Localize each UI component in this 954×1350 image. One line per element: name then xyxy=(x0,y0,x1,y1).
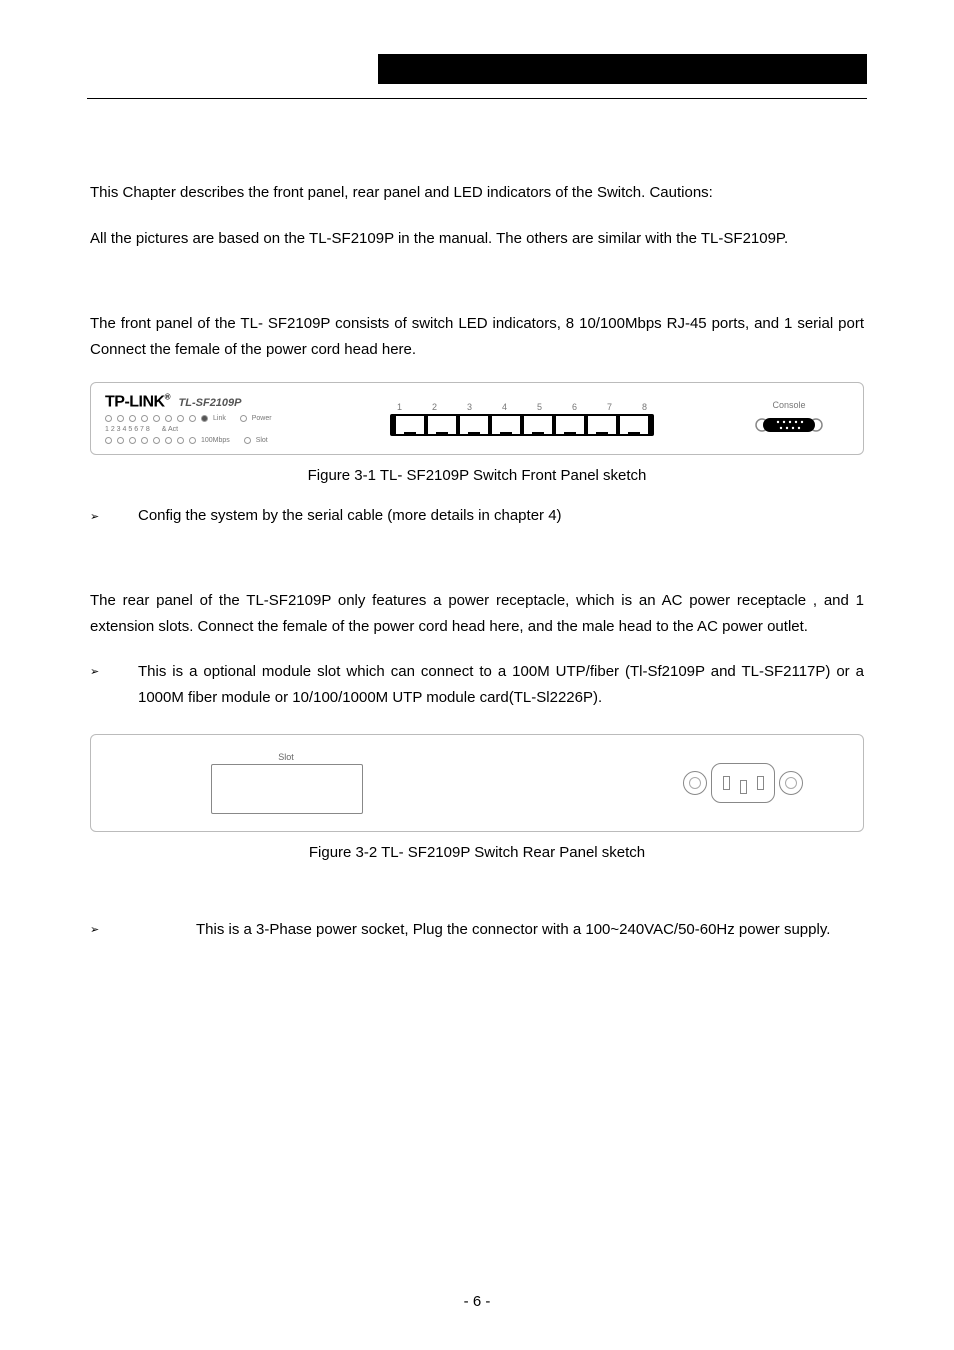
front-panel-left: TP-LINK® TL-SF2109P Link Power 1 2 3 4 5… xyxy=(105,393,315,444)
front-panel-figure: TP-LINK® TL-SF2109P Link Power 1 2 3 4 5… xyxy=(90,382,864,455)
console-area: Console xyxy=(729,400,849,438)
front-ports-area: 1 2 3 4 5 6 7 8 xyxy=(333,402,711,436)
page-number: - 6 - xyxy=(0,1293,954,1310)
rear-bullet-slot: This is a optional module slot which can… xyxy=(138,659,864,710)
port-num: 1 xyxy=(397,402,402,412)
led-nums: 1 2 3 4 5 6 7 8 xyxy=(105,426,150,433)
intro-p1: This Chapter describes the front panel, … xyxy=(90,180,864,206)
port-num: 8 xyxy=(642,402,647,412)
led-link-label: Link xyxy=(213,415,226,422)
rear-caption: Figure 3-2 TL- SF2109P Switch Rear Panel… xyxy=(90,844,864,861)
led-power-label: Power xyxy=(252,415,272,422)
intro-p2: All the pictures are based on the TL-SF2… xyxy=(90,226,864,252)
port-num: 4 xyxy=(502,402,507,412)
front-caption: Figure 3-1 TL- SF2109P Switch Front Pane… xyxy=(90,467,864,484)
rj45-ports xyxy=(390,414,654,436)
header-black-bar xyxy=(378,54,867,84)
ac-socket-icon xyxy=(711,763,775,803)
brand-logo: TP-LINK xyxy=(105,393,165,410)
led-100m-label: 100Mbps xyxy=(201,437,230,444)
rear-desc: The rear panel of the TL-SF2109P only fe… xyxy=(90,588,864,639)
port-num: 5 xyxy=(537,402,542,412)
screw-icon xyxy=(683,771,707,795)
reg-mark: ® xyxy=(165,393,170,410)
screw-icon xyxy=(779,771,803,795)
rear-bullet-power: This is a 3-Phase power socket, Plug the… xyxy=(196,917,864,943)
slot-label: Slot xyxy=(211,752,361,762)
led-act-label: & Act xyxy=(162,426,178,433)
console-port-icon xyxy=(754,414,824,438)
model-label: TL-SF2109P xyxy=(179,397,242,409)
header-rule xyxy=(87,98,867,99)
power-socket xyxy=(683,763,803,803)
bullet-icon: ➢ xyxy=(90,917,100,940)
rear-panel-figure: Slot xyxy=(90,734,864,832)
console-label: Console xyxy=(729,400,849,410)
led-slot-label: Slot xyxy=(256,437,268,444)
port-num: 2 xyxy=(432,402,437,412)
port-num: 7 xyxy=(607,402,612,412)
port-num: 3 xyxy=(467,402,472,412)
front-desc: The front panel of the TL- SF2109P consi… xyxy=(90,311,864,362)
bullet-icon: ➢ xyxy=(90,504,100,527)
front-bullet: Config the system by the serial cable (m… xyxy=(138,504,864,528)
extension-slot: Slot xyxy=(211,752,361,814)
port-num: 6 xyxy=(572,402,577,412)
bullet-icon: ➢ xyxy=(90,659,100,682)
